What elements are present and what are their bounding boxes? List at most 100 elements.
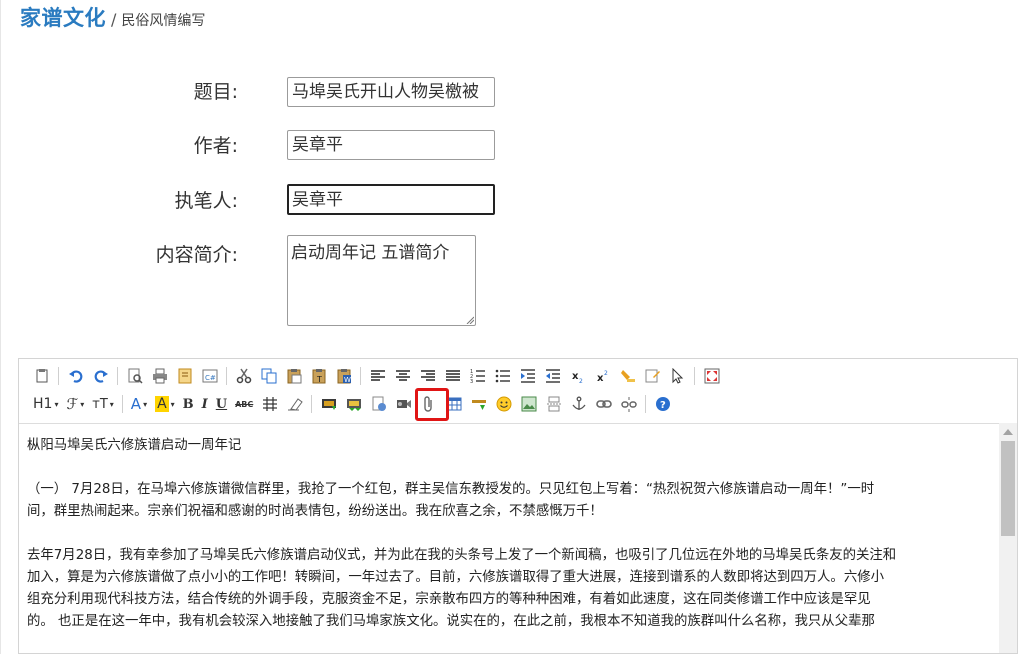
print-icon[interactable] [150, 366, 170, 386]
clear-format-icon[interactable] [618, 366, 638, 386]
author-label: 作者: [193, 135, 238, 157]
toolbar-separator [58, 367, 59, 385]
page-break-icon[interactable] [544, 394, 564, 414]
summary-text: 启动周年记 五谱简介 [291, 243, 450, 263]
toolbar-separator [360, 367, 361, 385]
scroll-up-icon[interactable] [1003, 429, 1013, 435]
paste-text-icon[interactable]: T [309, 366, 329, 386]
preview-icon[interactable] [125, 366, 145, 386]
superscript-icon[interactable]: x2 [593, 366, 613, 386]
indent-icon[interactable] [518, 366, 538, 386]
chevron-down-icon: ▾ [54, 399, 59, 409]
undo-icon[interactable] [66, 366, 86, 386]
italic-button[interactable]: I [202, 397, 208, 412]
redo-icon[interactable] [91, 366, 111, 386]
summary-label: 内容简介: [155, 244, 238, 266]
title-label: 题目: [193, 81, 238, 103]
help-icon[interactable]: ? [653, 394, 673, 414]
svg-text:x: x [597, 373, 604, 384]
toolbar-separator [645, 395, 647, 413]
emoticon-icon[interactable] [494, 394, 514, 414]
toolbar-row-1: C# T W 123 x2 x2 [29, 364, 724, 388]
link-icon[interactable] [594, 394, 614, 414]
anchor-icon[interactable] [569, 394, 589, 414]
toolbar-separator [117, 367, 118, 385]
annotation-highlight-box [415, 388, 449, 421]
heading-dropdown[interactable]: H1 ▾ [33, 396, 58, 412]
fullscreen-icon[interactable] [702, 366, 722, 386]
align-left-icon[interactable] [368, 366, 388, 386]
image-manager-icon[interactable] [519, 394, 539, 414]
doc-line: 去年7月28日，我有幸参加了马埠吴氏六修族谱启动仪式，并为此在我的头条号上发了一… [27, 548, 897, 563]
copy-icon[interactable] [259, 366, 279, 386]
font-size-dropdown[interactable]: тT ▾ [92, 397, 114, 412]
doc-paragraph-1: （一） 7月28日，在马埠六修族谱微信群里，我抢了一个红包，群主吴信东教授发的。… [27, 479, 992, 523]
font-family-dropdown[interactable]: ℱ ▾ [66, 395, 84, 413]
svg-text:W: W [344, 376, 351, 384]
doc-line: （一） 7月28日，在马埠六修族谱微信群里，我抢了一个红包，群主吴信东教授发的。… [27, 482, 875, 497]
bold-button[interactable]: B [183, 397, 194, 412]
doc-line: 间，群里热闹起来。宗亲们祝福和感谢的时尚表情包，纷纷送出。我在欣喜之余，不禁感慨… [27, 504, 603, 519]
align-right-icon[interactable] [418, 366, 438, 386]
rich-text-editor: C# T W 123 x2 x2 H1 ▾ ℱ ▾ тT ▾ A ▾ A ▾ B… [18, 358, 1018, 654]
doc-line: 加入，算是为六修族谱做了点小小的工作吧！转瞬间，一年过去了。目前，六修族谱取得了… [27, 570, 884, 585]
writer-label: 执笔人: [174, 190, 238, 212]
align-justify-icon[interactable] [443, 366, 463, 386]
doc-line: 的。 也正是在这一年中，我有机会较深入地接触了我们马埠家族文化。说实在的，在此之… [27, 614, 875, 629]
eraser-icon[interactable] [285, 394, 305, 414]
toolbar-separator [311, 395, 313, 413]
font-size-label: тT [92, 396, 108, 412]
brand-title[interactable]: 家谱文化 [20, 2, 106, 32]
ordered-list-icon[interactable]: 123 [468, 366, 488, 386]
toolbar-separator [226, 367, 227, 385]
svg-text:T: T [316, 375, 322, 384]
chevron-down-icon: ▾ [170, 399, 175, 409]
align-center-icon[interactable] [393, 366, 413, 386]
paste-icon[interactable] [284, 366, 304, 386]
code-block-icon[interactable]: C# [200, 366, 220, 386]
strikethrough-button[interactable]: ABC [235, 400, 253, 409]
underline-button[interactable]: U [216, 397, 227, 412]
breadcrumb: 家谱文化 / 民俗风情编写 [20, 2, 205, 32]
insert-multi-image-icon[interactable] [344, 394, 364, 414]
insert-flash-icon[interactable] [369, 394, 389, 414]
toolbar-separator [121, 395, 123, 413]
cut-icon[interactable] [234, 366, 254, 386]
chevron-down-icon: ▾ [80, 399, 85, 409]
insert-image-button[interactable] [319, 394, 339, 414]
doc-paragraph-2: 去年7月28日，我有幸参加了马埠吴氏六修族谱启动仪式，并为此在我的头条号上发了一… [27, 545, 992, 633]
unordered-list-icon[interactable] [493, 366, 513, 386]
page-left-border [0, 0, 1, 654]
template-icon[interactable] [175, 366, 195, 386]
outdent-icon[interactable] [543, 366, 563, 386]
resize-grip-icon[interactable] [466, 316, 474, 324]
select-all-icon[interactable] [668, 366, 688, 386]
summary-textarea[interactable]: 启动周年记 五谱简介 [287, 235, 476, 326]
bg-color-label: A [155, 396, 169, 412]
bg-color-dropdown[interactable]: A ▾ [155, 396, 175, 412]
insert-video-icon[interactable] [394, 394, 414, 414]
unlink-icon[interactable] [619, 394, 639, 414]
breadcrumb-separator: / [111, 10, 117, 29]
chevron-down-icon: ▾ [143, 399, 148, 409]
horizontal-rule-icon[interactable] [260, 394, 280, 414]
toolbar-row-2: H1 ▾ ℱ ▾ тT ▾ A ▾ A ▾ B I U ABC ? [29, 392, 675, 416]
scroll-thumb[interactable] [1001, 441, 1015, 536]
toolbar-separator [694, 367, 695, 385]
writer-input[interactable]: 吴章平 [287, 184, 495, 215]
editor-scrollbar[interactable] [999, 423, 1017, 653]
heading-label: H1 [33, 396, 53, 412]
font-color-dropdown[interactable]: A ▾ [131, 395, 147, 413]
subscript-icon[interactable]: x2 [568, 366, 588, 386]
svg-text:x: x [572, 371, 579, 382]
format-painter-icon[interactable] [643, 366, 663, 386]
chevron-down-icon: ▾ [109, 399, 114, 409]
paste-word-icon[interactable]: W [334, 366, 354, 386]
author-input[interactable]: 吴章平 [287, 130, 495, 160]
editor-content[interactable]: 枞阳马埠吴氏六修族谱启动一周年记 （一） 7月28日，在马埠六修族谱微信群里，我… [27, 435, 992, 633]
font-family-label: ℱ [66, 395, 79, 413]
font-color-label: A [130, 395, 142, 413]
title-input[interactable]: 马埠吴氏开山人物吴檄被 [287, 77, 495, 107]
insert-hr-icon[interactable] [469, 394, 489, 414]
source-code-icon[interactable] [32, 366, 52, 386]
